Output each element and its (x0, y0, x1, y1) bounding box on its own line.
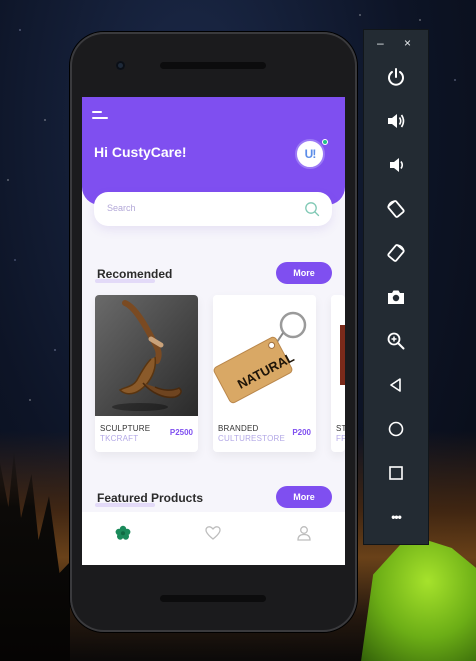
keychain-product-image: NATURAL (213, 295, 316, 416)
product-card-sculpture[interactable]: SCULPTURE TKCRAFT P2500 (95, 295, 198, 452)
product-name: BRANDED (218, 424, 259, 433)
home-icon[interactable] (114, 524, 132, 542)
recommended-section-title: Recomended (94, 267, 173, 283)
emulator-control-panel: – × ••• (364, 30, 428, 544)
hamburger-menu-icon[interactable] (92, 111, 108, 120)
home-circle-icon[interactable] (383, 416, 409, 442)
app-screen: Hi CustyCare! U! Search Recomended More (82, 97, 345, 565)
profile-icon[interactable] (295, 524, 313, 542)
product-store: TKCRAFT (100, 434, 139, 443)
product-card-partial[interactable]: ST FF (331, 295, 345, 452)
rotate-right-icon[interactable] (383, 240, 409, 266)
top-speaker (160, 62, 266, 69)
product-card-keychain[interactable]: NATURAL BRANDED CULTURESTORE P200 (213, 295, 316, 452)
zoom-icon[interactable] (383, 328, 409, 354)
sculpture-product-image (95, 295, 198, 416)
back-icon[interactable] (383, 372, 409, 398)
product-name: ST (336, 424, 345, 433)
app-header: Hi CustyCare! U! (82, 97, 345, 205)
product-name: SCULPTURE (100, 424, 151, 433)
product-price: P2500 (169, 428, 193, 437)
greeting-title: Hi CustyCare! (94, 144, 187, 160)
featured-more-button[interactable]: More (276, 486, 332, 508)
product-store: FF (336, 434, 345, 443)
minimize-button[interactable]: – (377, 36, 384, 50)
partial-product-image (331, 295, 345, 416)
power-icon[interactable] (383, 64, 409, 90)
overview-icon[interactable] (383, 460, 409, 486)
close-button[interactable]: × (404, 36, 411, 50)
android-phone-frame: Hi CustyCare! U! Search Recomended More (70, 32, 357, 632)
online-status-dot (322, 139, 328, 145)
search-placeholder: Search (107, 203, 136, 213)
bottom-speaker (160, 595, 266, 602)
search-icon[interactable] (304, 201, 320, 217)
more-icon[interactable]: ••• (383, 504, 409, 530)
camera-icon[interactable] (383, 284, 409, 310)
front-camera (116, 61, 125, 70)
volume-down-icon[interactable] (383, 152, 409, 178)
product-store: CULTURESTORE (218, 434, 286, 443)
search-input[interactable]: Search (94, 192, 332, 226)
volume-up-icon[interactable] (383, 108, 409, 134)
panel-titlebar: – × (364, 30, 428, 54)
recommended-more-button[interactable]: More (276, 262, 332, 284)
featured-section-title: Featured Products (94, 491, 204, 507)
heart-icon[interactable] (204, 524, 222, 542)
bottom-navigation-bar (82, 512, 345, 565)
rotate-left-icon[interactable] (383, 196, 409, 222)
product-price: P200 (292, 428, 311, 437)
avatar[interactable]: U! (295, 139, 325, 169)
